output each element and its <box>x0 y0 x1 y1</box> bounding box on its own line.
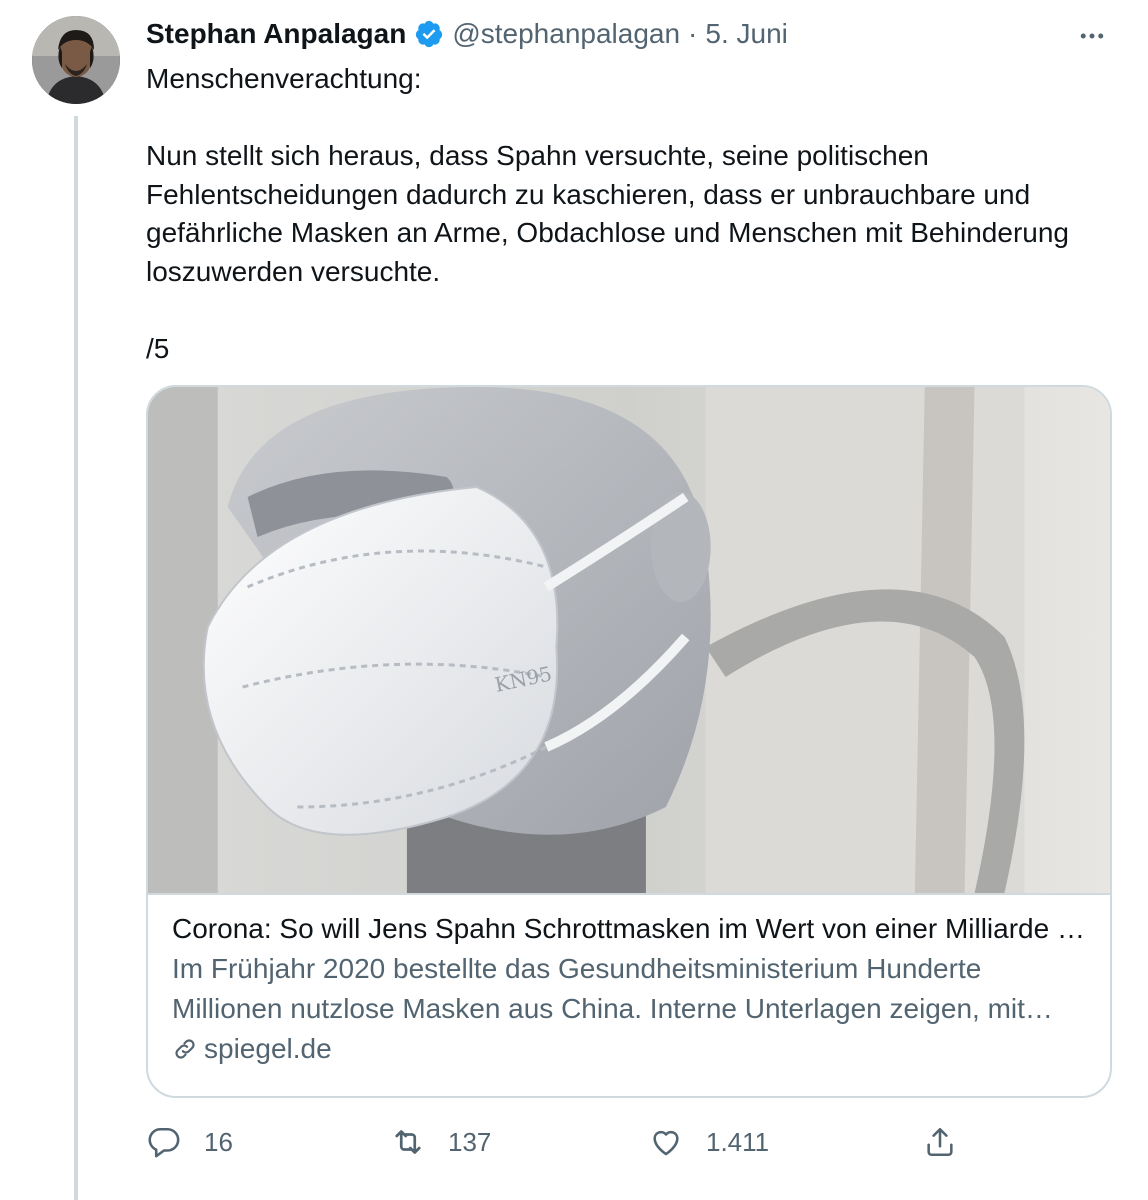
author-name[interactable]: Stephan Anpalagan <box>146 18 406 50</box>
reply-icon <box>146 1124 182 1160</box>
share-button[interactable] <box>922 1124 958 1160</box>
reply-button[interactable]: 16 <box>146 1124 233 1160</box>
tweet-paragraph: /5 <box>146 332 170 364</box>
tweet-paragraph: Nun stellt sich heraus, dass Spahn versu… <box>146 140 1069 287</box>
card-title[interactable]: Corona: So will Jens Spahn Schrottmasken… <box>172 909 1086 949</box>
card-domain: spiegel.de <box>172 1029 1086 1069</box>
verified-badge-icon <box>414 19 444 49</box>
card-meta: Corona: So will Jens Spahn Schrottmasken… <box>148 895 1110 1069</box>
reply-count: 16 <box>204 1126 233 1157</box>
tweet-actions: 16 137 1.411 <box>146 1118 966 1166</box>
header-separator: · <box>688 18 698 49</box>
tweet: Stephan Anpalagan @stephanpalagan · 5. J… <box>0 0 1148 1200</box>
retweet-count: 137 <box>448 1126 492 1157</box>
more-dots-icon[interactable] <box>1074 18 1110 54</box>
tweet-paragraph: Menschenverachtung: <box>146 63 422 94</box>
author-handle[interactable]: @stephanpalagan <box>452 18 680 50</box>
retweet-icon <box>390 1124 426 1160</box>
card-image: KN95 <box>148 387 1110 895</box>
card-domain-text: spiegel.de <box>204 1033 332 1064</box>
retweet-button[interactable]: 137 <box>390 1124 491 1160</box>
share-icon <box>922 1124 958 1160</box>
card-description: Im Frühjahr 2020 bestellte das Gesundhei… <box>172 953 1025 1024</box>
avatar[interactable] <box>32 16 120 104</box>
tweet-header: Stephan Anpalagan @stephanpalagan · 5. J… <box>146 14 788 54</box>
heart-icon <box>648 1124 684 1160</box>
link-preview-card[interactable]: KN95 Corona: So will Jens Spahn Schrottm… <box>146 385 1112 1098</box>
thread-line <box>74 116 78 1200</box>
tweet-text: Menschenverachtung: Nun stellt sich hera… <box>146 60 1106 368</box>
like-count: 1.411 <box>706 1126 770 1157</box>
link-icon <box>175 1039 195 1059</box>
tweet-date[interactable]: 5. Juni <box>705 18 788 50</box>
like-button[interactable]: 1.411 <box>648 1124 769 1160</box>
